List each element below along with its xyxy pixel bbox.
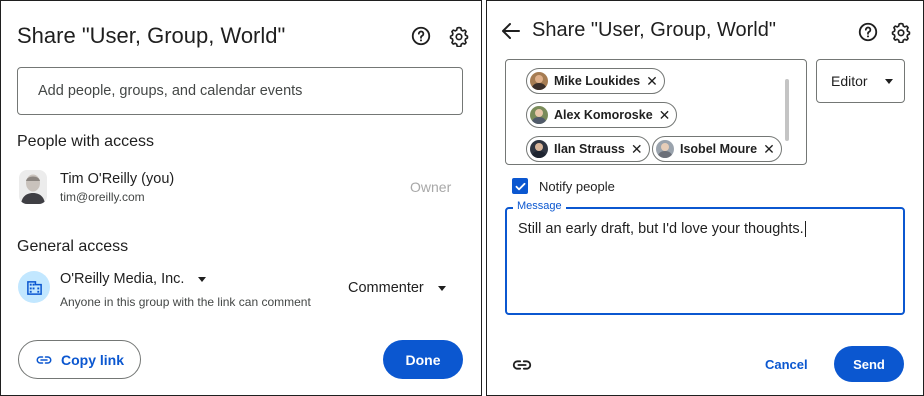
role-label: Commenter <box>348 280 424 296</box>
checkmark-icon <box>515 182 525 190</box>
chip-name: Ilan Strauss <box>554 142 625 156</box>
share-dialog-left: Share "User, Group, World" Add people, g… <box>0 0 482 396</box>
caret-down-icon <box>884 78 893 84</box>
chip-name: Alex Komoroske <box>554 108 653 122</box>
close-icon[interactable]: ✕ <box>763 142 775 156</box>
caret-down-icon <box>437 285 446 291</box>
person-name: Tim O'Reilly (you) <box>60 171 175 187</box>
message-value: Still an early draft, but I'd love your … <box>518 221 804 237</box>
general-access-description: Anyone in this group with the link can c… <box>60 295 311 309</box>
owner-role-label: Owner <box>410 179 452 195</box>
done-button[interactable]: Done <box>383 340 463 379</box>
chip-name: Isobel Moure <box>680 142 758 156</box>
gear-icon[interactable] <box>889 20 913 44</box>
building-icon <box>18 271 50 303</box>
avatar <box>530 106 548 124</box>
avatar <box>530 72 548 90</box>
send-button[interactable]: Send <box>834 346 904 382</box>
notify-checkbox[interactable] <box>512 178 528 194</box>
link-icon <box>36 355 52 364</box>
avatar <box>19 170 47 204</box>
add-people-input[interactable]: Add people, groups, and calendar events <box>17 67 463 115</box>
dialog-title: Share "User, Group, World" <box>532 19 776 41</box>
close-icon[interactable]: ✕ <box>646 74 658 88</box>
message-text[interactable]: Still an early draft, but I'd love your … <box>518 221 806 238</box>
close-icon[interactable]: ✕ <box>631 142 643 156</box>
caret-down-icon <box>198 276 207 282</box>
cancel-button[interactable]: Cancel <box>765 357 808 372</box>
help-icon[interactable] <box>409 24 433 48</box>
recipients-scrollbar[interactable] <box>785 79 789 141</box>
copy-link-button[interactable]: Copy link <box>18 340 141 379</box>
role-label: Editor <box>831 73 868 89</box>
avatar <box>656 140 674 158</box>
add-people-placeholder: Add people, groups, and calendar events <box>38 83 303 99</box>
link-icon[interactable] <box>511 354 533 376</box>
gear-icon[interactable] <box>447 24 471 48</box>
chip-name: Mike Loukides <box>554 74 641 88</box>
message-label: Message <box>513 200 566 212</box>
share-dialog-right: Share "User, Group, World" Mike Loukides… <box>486 0 924 396</box>
close-icon[interactable]: ✕ <box>659 108 671 122</box>
editor-role-dropdown[interactable]: Editor <box>816 59 905 103</box>
recipients-field[interactable]: Mike Loukides ✕ Alex Komoroske ✕ Ilan St… <box>505 59 807 165</box>
copy-link-label: Copy link <box>60 351 124 368</box>
recipient-chip[interactable]: Ilan Strauss ✕ <box>526 136 650 162</box>
commenter-role-dropdown[interactable]: Commenter <box>348 280 446 296</box>
dialog-title: Share "User, Group, World" <box>17 23 286 48</box>
recipient-chip[interactable]: Mike Loukides ✕ <box>526 68 665 94</box>
recipient-chip[interactable]: Isobel Moure ✕ <box>652 136 782 162</box>
person-email: tim@oreilly.com <box>60 190 145 204</box>
recipient-chip[interactable]: Alex Komoroske ✕ <box>526 102 678 128</box>
help-icon[interactable] <box>856 20 880 44</box>
back-arrow-icon[interactable] <box>499 19 523 43</box>
notify-label: Notify people <box>539 179 615 194</box>
people-with-access-heading: People with access <box>17 133 154 150</box>
avatar <box>530 140 548 158</box>
text-cursor <box>804 221 806 238</box>
general-access-heading: General access <box>17 238 129 255</box>
org-name: O'Reilly Media, Inc. <box>60 271 185 287</box>
general-access-dropdown[interactable]: O'Reilly Media, Inc. <box>60 271 207 287</box>
